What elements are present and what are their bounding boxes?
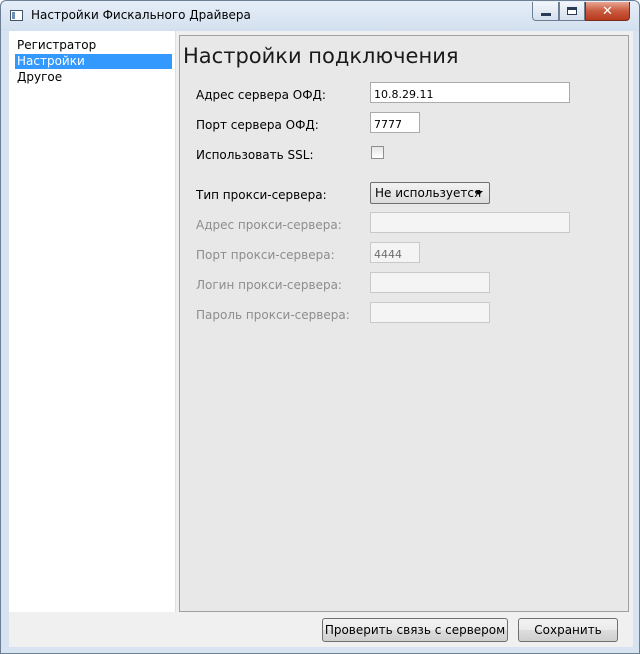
app-window: Настройки Фискального Драйвера ✕ Регистр… <box>0 0 640 654</box>
minimize-button[interactable] <box>532 2 559 21</box>
close-icon: ✕ <box>602 3 613 19</box>
save-button[interactable]: Сохранить <box>518 618 618 642</box>
proxy-type-select[interactable]: Не используется <box>370 182 490 204</box>
proxy-password-input[interactable] <box>370 302 490 323</box>
maximize-button[interactable] <box>559 2 585 21</box>
title-bar[interactable]: Настройки Фискального Драйвера ✕ <box>1 1 639 31</box>
minimize-icon <box>540 12 551 16</box>
use-ssl-checkbox[interactable] <box>371 146 384 159</box>
ofd-port-label: Порт сервера ОФД: <box>196 118 319 132</box>
proxy-port-input[interactable] <box>370 242 420 263</box>
ofd-address-input[interactable] <box>370 82 570 103</box>
proxy-address-input[interactable] <box>370 212 570 233</box>
sidebar-item-other[interactable]: Другое <box>15 70 172 85</box>
proxy-port-label: Порт прокси-сервера: <box>196 248 335 262</box>
settings-panel: Настройки подключения Адрес сервера ОФД:… <box>179 35 629 612</box>
close-button[interactable]: ✕ <box>585 2 630 21</box>
page-title: Настройки подключения <box>183 44 459 68</box>
window-title: Настройки Фискального Драйвера <box>31 8 251 22</box>
check-connection-button[interactable]: Проверить связь с сервером <box>322 618 508 642</box>
maximize-icon <box>567 7 577 15</box>
client-area: Регистратор Настройки подключения Другое… <box>9 31 633 647</box>
proxy-type-label: Тип прокси-сервера: <box>196 188 327 202</box>
dropdown-arrow-icon <box>475 191 483 195</box>
proxy-login-input[interactable] <box>370 272 490 293</box>
sidebar-item-registrator[interactable]: Регистратор <box>15 38 172 53</box>
ofd-address-label: Адрес сервера ОФД: <box>196 88 326 102</box>
window-app-icon[interactable] <box>10 10 23 21</box>
sidebar-item-connection-settings[interactable]: Настройки подключения <box>15 54 172 83</box>
ofd-port-input[interactable] <box>370 112 420 133</box>
use-ssl-label: Использовать SSL: <box>196 148 314 162</box>
proxy-password-label: Пароль прокси-сервера: <box>196 308 350 322</box>
proxy-login-label: Логин прокси-сервера: <box>196 278 342 292</box>
sidebar: Регистратор Настройки подключения Другое <box>9 31 176 612</box>
proxy-address-label: Адрес прокси-сервера: <box>196 218 342 232</box>
proxy-type-value: Не используется <box>375 186 482 200</box>
